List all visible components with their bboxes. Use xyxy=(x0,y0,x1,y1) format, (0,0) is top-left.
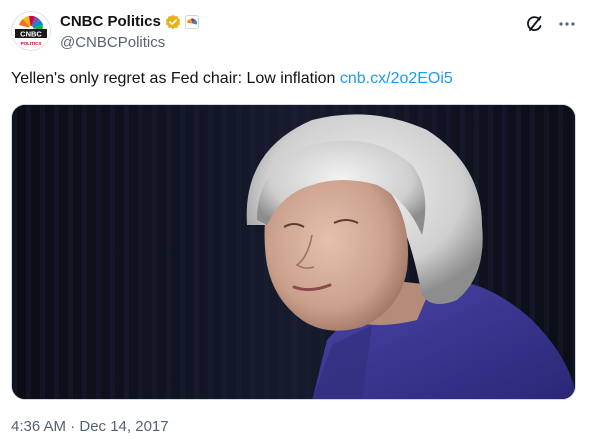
grok-icon[interactable] xyxy=(525,14,545,34)
more-dots-icon[interactable] xyxy=(557,14,577,34)
tweet-media-image[interactable] xyxy=(11,104,576,400)
tweet-text: Yellen's only regret as Fed chair: Low i… xyxy=(11,70,453,88)
display-name[interactable]: CNBC Politics xyxy=(60,13,161,30)
portrait-photo-icon xyxy=(12,105,575,399)
cnbc-logo-icon: CNBC POLITICS xyxy=(12,12,50,50)
name-line: CNBC Politics xyxy=(60,13,199,30)
verified-badge-icon[interactable] xyxy=(165,14,181,30)
tweet-link[interactable]: cnb.cx/2o2EOi5 xyxy=(340,70,453,87)
avatar[interactable]: CNBC POLITICS xyxy=(11,11,51,51)
tweet-card: CNBC POLITICS CNBC Politics @CNBCPolitic… xyxy=(0,0,592,439)
handle[interactable]: @CNBCPolitics xyxy=(60,34,165,51)
timestamp[interactable]: 4:36 AM · Dec 14, 2017 xyxy=(11,418,169,435)
nbc-affiliate-badge-icon[interactable] xyxy=(184,14,199,29)
avatar-text: CNBC xyxy=(20,30,42,39)
tweet-body: Yellen's only regret as Fed chair: Low i… xyxy=(11,70,336,87)
avatar-subtext: POLITICS xyxy=(21,41,42,46)
